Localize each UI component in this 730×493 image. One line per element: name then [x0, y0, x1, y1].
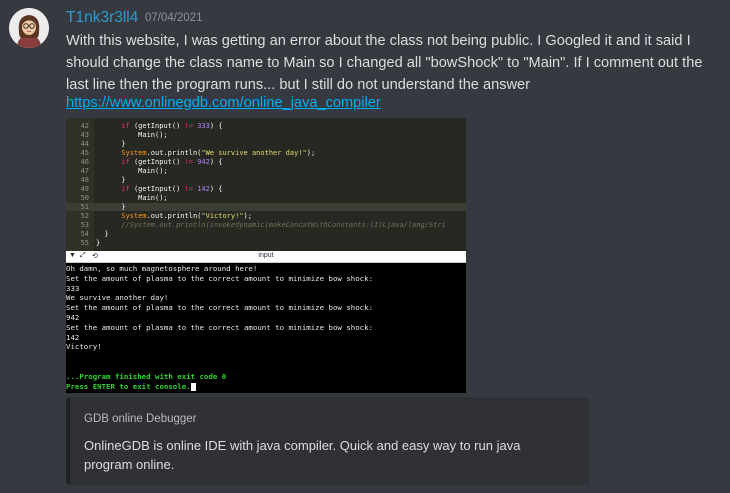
code-line: 48 }	[66, 176, 466, 184]
link-embed: GDB online Debugger OnlineGDB is online …	[66, 397, 590, 485]
console-line: Set the amount of plasma to the correct …	[66, 322, 374, 332]
code-text: }	[96, 239, 101, 247]
code-text: }	[96, 176, 126, 184]
code-text: if (getInput() != 142) {	[121, 185, 223, 193]
code-text: Main();	[96, 194, 168, 202]
code-line: 47 Main();	[66, 167, 466, 175]
line-number: 44	[80, 140, 89, 148]
line-number: 47	[80, 167, 89, 175]
console-output: Oh damn, so much magnetosphere around he…	[66, 263, 466, 393]
console-line: 333	[66, 283, 80, 293]
line-number: 55	[80, 239, 89, 247]
code-text: System.out.println("We survive another d…	[121, 149, 316, 157]
code-editor: 42 if (getInput() != 333) {43 Main(); 44 …	[66, 118, 466, 251]
console-line: Victory!	[66, 342, 102, 352]
code-line: 46 if (getInput() != 942) {	[66, 158, 466, 166]
compiler-link[interactable]: https://www.onlinegdb.com/online_java_co…	[66, 95, 381, 111]
code-text: }	[96, 230, 109, 238]
console-line: ...Program finished with exit code 0	[66, 371, 227, 381]
message-text: With this website, I was getting an erro…	[66, 33, 703, 93]
code-text: }	[96, 140, 126, 148]
console-tab-title[interactable]: input	[66, 252, 466, 259]
line-number: 48	[80, 176, 89, 184]
code-text: Main();	[96, 131, 168, 139]
line-number: 45	[80, 149, 89, 157]
line-number: 53	[80, 221, 89, 229]
code-text: }	[96, 203, 126, 211]
line-number: 43	[80, 131, 89, 139]
code-line: 53 //System.out.println(invokedynamic(ma…	[66, 221, 466, 229]
code-line: 55}	[66, 239, 466, 247]
line-number: 46	[80, 158, 89, 166]
code-line: 45 System.out.println("We survive anothe…	[66, 149, 466, 157]
code-line: 51 }	[66, 203, 466, 211]
code-line: 42 if (getInput() != 333) {	[66, 122, 466, 130]
message-timestamp: 07/04/2021	[145, 12, 203, 24]
console-line: We survive another day!	[66, 293, 169, 303]
code-line: 52 System.out.println("Victory!");	[66, 212, 466, 220]
user-avatar[interactable]	[9, 8, 49, 48]
code-line: 50 Main();	[66, 194, 466, 202]
avatar-woman-glasses-icon	[9, 8, 49, 48]
embed-description: OnlineGDB is online IDE with java compil…	[84, 438, 521, 472]
console-line: 942	[66, 312, 80, 322]
line-number: 52	[80, 212, 89, 220]
console-line: Press ENTER to exit console.	[66, 382, 466, 392]
embed-provider[interactable]: GDB online Debugger	[84, 413, 197, 425]
code-line: 44 }	[66, 140, 466, 148]
console-cursor	[190, 382, 196, 391]
code-text: if (getInput() != 333) {	[121, 122, 223, 130]
screenshot-attachment[interactable]: 42 if (getInput() != 333) {43 Main(); 44 …	[66, 118, 466, 393]
console-line: 142	[66, 332, 80, 342]
console-line: Set the amount of plasma to the correct …	[66, 303, 374, 313]
code-text: if (getInput() != 942) {	[121, 158, 223, 166]
line-number: 54	[80, 230, 89, 238]
username[interactable]: T1nk3r3ll4	[66, 9, 138, 27]
console-line: Set the amount of plasma to the correct …	[66, 273, 374, 283]
code-text: System.out.println("Victory!");	[121, 212, 252, 220]
code-line: 43 Main();	[66, 131, 466, 139]
console-toolbar: ▼ ⤢ ⟲ input	[66, 251, 466, 263]
console-line: Oh damn, so much magnetosphere around he…	[66, 264, 258, 273]
line-number: 51	[80, 203, 89, 211]
code-line: 54 }	[66, 230, 466, 238]
line-number: 49	[80, 185, 89, 193]
code-text: Main();	[96, 167, 168, 175]
code-text: //System.out.println(invokedynamic(makeC…	[121, 221, 446, 229]
code-line: 49 if (getInput() != 142) {	[66, 185, 466, 193]
line-number: 42	[80, 122, 89, 130]
line-number: 50	[80, 194, 89, 202]
